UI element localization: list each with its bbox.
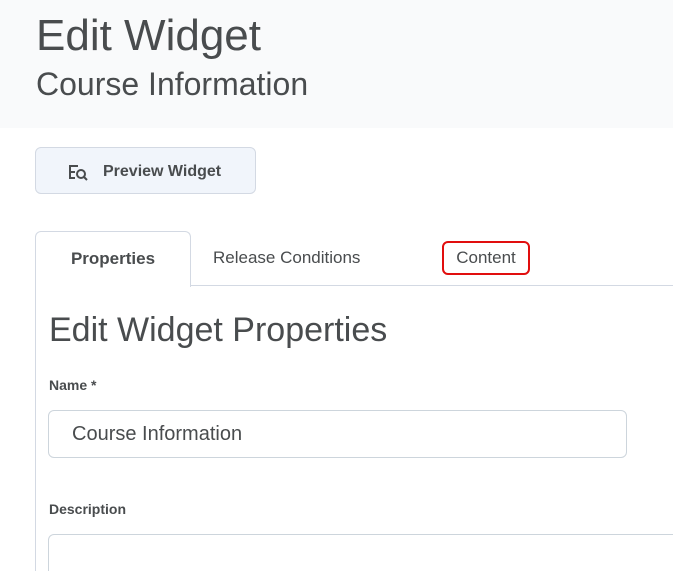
tab-release-conditions[interactable]: Release Conditions xyxy=(213,246,360,270)
preview-search-icon xyxy=(69,165,88,181)
tab-properties-label: Properties xyxy=(70,249,156,268)
tab-properties[interactable]: Properties xyxy=(35,231,191,287)
edit-widget-page: Edit Widget Course Information Preview W… xyxy=(0,0,673,571)
panel-border xyxy=(35,286,36,571)
name-field-label: Name * xyxy=(49,376,96,394)
page-title: Edit Widget xyxy=(36,11,261,60)
description-editor[interactable] xyxy=(48,534,673,571)
tabs-divider xyxy=(191,285,673,286)
tab-content-label: Content xyxy=(456,248,516,267)
page-header: Edit Widget Course Information xyxy=(0,0,673,128)
required-mark: * xyxy=(91,377,97,393)
preview-widget-button[interactable]: Preview Widget xyxy=(35,147,256,194)
page-subtitle: Course Information xyxy=(36,66,309,102)
preview-widget-label: Preview Widget xyxy=(103,163,222,180)
section-title: Edit Widget Properties xyxy=(49,311,388,349)
name-input[interactable] xyxy=(48,410,627,458)
description-field-label: Description xyxy=(49,501,127,517)
name-label-text: Name xyxy=(49,377,88,393)
tab-content[interactable]: Content xyxy=(442,241,530,275)
